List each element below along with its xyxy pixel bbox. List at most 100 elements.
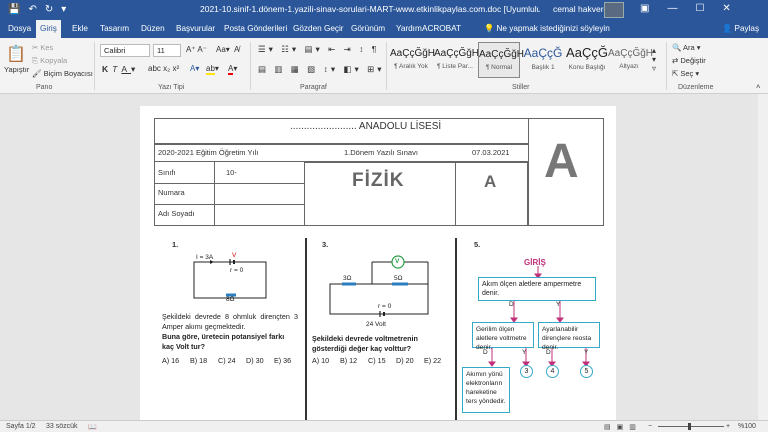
option-b[interactable]: B) 18 (190, 356, 207, 366)
tell-me-text: Ne yapmak istediğinizi söyleyin (496, 24, 610, 33)
option-b[interactable]: B) 12 (340, 356, 357, 366)
number-label: Numara (158, 188, 185, 197)
styles-more-icon[interactable]: ▴ ▾ ▿ (652, 46, 656, 73)
flowchart-y-label: Y (584, 349, 589, 356)
font-color-icon[interactable]: A▾ (228, 64, 237, 75)
option-e[interactable]: E) 22 (424, 356, 441, 366)
school-year: 2020-2021 Eğitim Öğretim Yılı (158, 148, 259, 157)
zoom-level[interactable]: %100 (738, 423, 756, 430)
avatar[interactable] (604, 2, 624, 18)
user-name[interactable]: cemal hakverdi (553, 4, 610, 14)
style-heading-1[interactable]: AaÇçĞ Başlık 1 (522, 42, 564, 78)
internal-resistance-label: r = 0 (230, 267, 244, 274)
option-a[interactable]: A) 10 (312, 356, 329, 366)
font-name-field[interactable]: Calibri (100, 44, 150, 57)
strike-sub-super-icons[interactable]: abc x₂ x² (148, 64, 179, 73)
style-name: Konu Başlığı (568, 64, 606, 71)
column-divider (305, 238, 307, 420)
word-count[interactable]: 33 sözcük (46, 423, 78, 430)
share-button[interactable]: 👤 Paylaş (722, 24, 759, 34)
text-effects-icon[interactable]: A▾ (190, 64, 199, 73)
tab-acrobat[interactable]: ACROBAT (422, 20, 461, 38)
voltmeter-label: V (395, 258, 400, 265)
tab-layout[interactable]: Düzen (141, 20, 165, 38)
flowchart-d-label: D (509, 301, 514, 308)
style-name: ¶ Normal (485, 64, 513, 71)
option-d[interactable]: D) 20 (396, 356, 414, 366)
paste-button[interactable]: Yapıştır (4, 65, 29, 74)
person-icon: 👤 (722, 24, 735, 33)
tell-me-search[interactable]: 💡 Ne yapmak istediğinizi söyleyin (484, 24, 610, 34)
minimize-icon[interactable]: — (667, 3, 677, 14)
undo-icon[interactable]: ↶ (28, 4, 36, 15)
tab-view[interactable]: Görünüm (351, 20, 385, 38)
redo-icon[interactable]: ↻ (45, 4, 53, 15)
class-value[interactable]: 10- (226, 168, 237, 177)
view-mode-icons[interactable]: ▤▣▥ (604, 423, 642, 431)
style-title[interactable]: AaÇçĞ Konu Başlığı (566, 42, 608, 78)
school-name: ........................ ANADOLU LİSESİ (290, 121, 442, 132)
tab-home[interactable]: Giriş (36, 20, 61, 38)
question-number: 5. (474, 240, 481, 249)
resistor-1-label: 3Ω (343, 275, 352, 282)
style-subtitle[interactable]: AaÇçĞğH Altyazı (608, 42, 653, 78)
save-icon[interactable]: 💾 (8, 4, 20, 15)
zoom-slider[interactable] (658, 426, 724, 427)
status-bar: Sayfa 1/2 33 sözcük 📖 ▤▣▥ − + %100 (0, 420, 768, 432)
flowchart-y-label: Y (556, 301, 561, 308)
customize-icon[interactable]: ▾ (61, 4, 66, 15)
ribbon: 📋 Yapıştır ✂ Kes ⎘ Kopyala 🖌 Biçim Boyac… (0, 38, 768, 94)
tab-help[interactable]: Yardım (396, 20, 422, 38)
option-e[interactable]: E) 36 (274, 356, 291, 366)
change-case-icon[interactable]: Aa▾ (216, 45, 230, 54)
emf-label: 24 Volt (366, 321, 386, 328)
zoom-slider-thumb[interactable] (688, 423, 691, 430)
page-count[interactable]: Sayfa 1/2 (6, 423, 36, 430)
style-list-paragraph[interactable]: AaÇçĞğH ¶ Liste Par... (434, 42, 479, 78)
replace-button[interactable]: ⇄ Değiştir (672, 56, 706, 65)
copy-icon: ⎘ (32, 56, 41, 65)
maximize-icon[interactable]: ☐ (695, 3, 704, 14)
booklet-letter: A (484, 172, 497, 191)
collapse-ribbon-icon[interactable]: ˄ (756, 82, 760, 91)
question-prompt: Buna göre, üretecin potansiyel farkı kaç… (162, 332, 285, 351)
paste-icon[interactable]: 📋 (6, 44, 26, 64)
close-icon[interactable]: ✕ (722, 3, 730, 14)
ribbon-options-icon[interactable]: ▣ (640, 3, 649, 14)
bold-italic-underline-icons[interactable]: KTA▾ (102, 64, 139, 75)
style-name: ¶ Aralık Yok (394, 63, 428, 70)
tab-file[interactable]: Dosya (8, 20, 31, 38)
zoom-out-icon[interactable]: − (648, 423, 652, 430)
paragraph-group-label: Paragraf (300, 84, 327, 91)
cut-button[interactable]: ✂ Kes (32, 43, 53, 52)
clear-format-icon[interactable]: A̸ (234, 45, 239, 54)
list-icons[interactable]: ☰▾ ☷▾ ▤▾ ⇤ ⇥ ↕ ¶ (258, 44, 379, 55)
current-label: I = 3A (196, 254, 214, 261)
select-button[interactable]: ⇱ Seç ▾ (672, 69, 699, 78)
font-grow-icon[interactable]: A⁺ A⁻ (186, 45, 207, 54)
alignment-icons[interactable]: ▤ ▥ ▦ ▧ ↕▾ ◧▾ ⊞▾ (258, 64, 385, 75)
zoom-in-icon[interactable]: + (726, 423, 730, 430)
find-button[interactable]: 🔍 Ara ▾ (672, 43, 701, 52)
tab-insert[interactable]: Ekle (72, 20, 88, 38)
copy-button[interactable]: ⎘ Kopyala (32, 56, 67, 66)
style-normal[interactable]: AaÇçĞğH ¶ Normal (478, 42, 524, 78)
font-size-field[interactable]: 11 (153, 44, 181, 57)
tab-review[interactable]: Gözden Geçir (293, 20, 344, 38)
tab-references[interactable]: Başvurular (176, 20, 215, 38)
style-no-spacing[interactable]: AaÇçĞğH ¶ Aralık Yok (390, 42, 435, 78)
option-c[interactable]: C) 24 (218, 356, 236, 366)
proofing-icon[interactable]: 📖 (88, 423, 97, 431)
highlight-icon[interactable]: ab▾ (206, 64, 219, 75)
exam-date: 07.03.2021 (472, 148, 510, 157)
format-painter-button[interactable]: 🖌 Biçim Boyacısı (32, 69, 93, 78)
option-a[interactable]: A) 16 (162, 356, 179, 366)
option-c[interactable]: C) 15 (368, 356, 386, 366)
tab-mailings[interactable]: Posta Gönderileri (224, 20, 287, 38)
tab-design[interactable]: Tasarım (100, 20, 129, 38)
document-page[interactable]: ........................ ANADOLU LİSESİ … (140, 106, 616, 420)
option-d[interactable]: D) 30 (246, 356, 264, 366)
vertical-scrollbar[interactable] (758, 94, 768, 420)
class-label: Sınıfı (158, 168, 176, 177)
lightbulb-icon: 💡 (484, 24, 497, 33)
